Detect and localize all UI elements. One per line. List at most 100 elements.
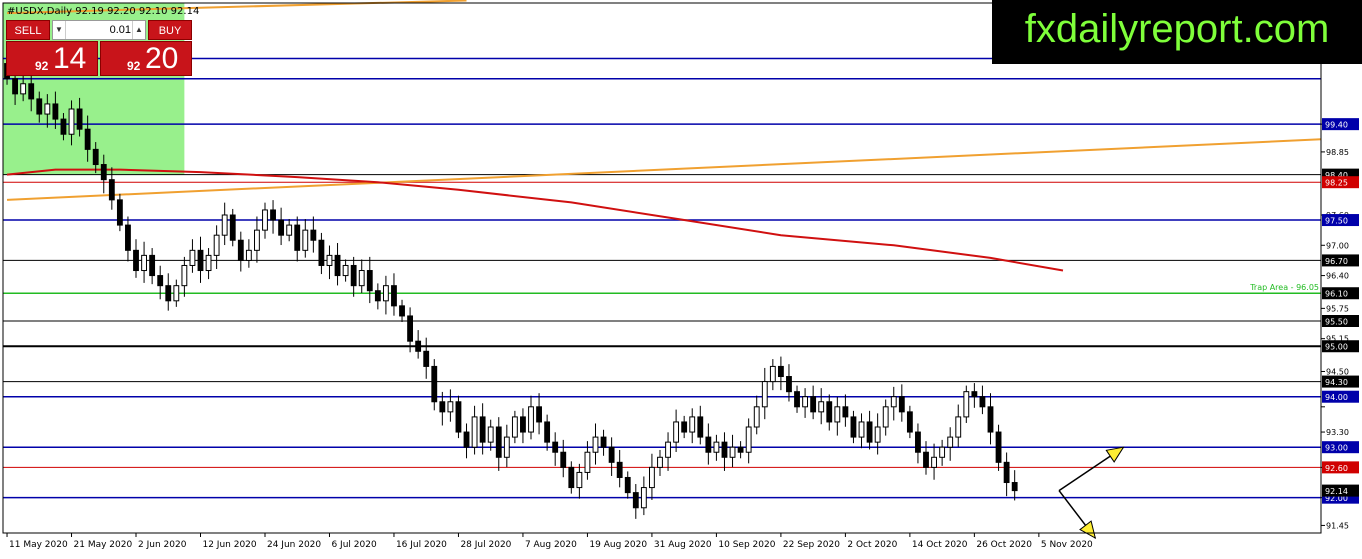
candle-body: [189, 249, 196, 266]
candle-body: [745, 426, 752, 453]
chart-area[interactable]: Trap Area - 96.05 91.45 93.30 94.50 95.15 95…: [0, 0, 1362, 554]
candle-body: [955, 416, 962, 438]
candle-body: [374, 290, 381, 302]
x-tick-label: 16 Jul 2020: [396, 540, 447, 550]
candle-body: [173, 285, 180, 302]
candle-body: [713, 441, 720, 453]
candle-body: [890, 396, 897, 408]
candle-body: [116, 199, 123, 226]
candle-body: [36, 98, 43, 115]
buy-price-box[interactable]: 92 20: [100, 41, 192, 76]
candle-body: [592, 436, 599, 453]
y-tick-label: 94.50: [1326, 367, 1349, 376]
x-tick-label: 26 Oct 2020: [976, 540, 1032, 550]
candle-body: [681, 421, 688, 433]
candle-body: [987, 406, 994, 433]
candle-body: [68, 108, 75, 135]
candle-body: [560, 451, 567, 468]
candle-body: [213, 234, 220, 256]
candle-body: [157, 275, 164, 287]
x-tick-label: 7 Aug 2020: [525, 540, 577, 550]
candle-body: [834, 406, 841, 423]
candle-body: [528, 406, 534, 433]
candle-body: [254, 229, 260, 251]
candle-body: [149, 254, 156, 277]
candle-body: [245, 249, 252, 261]
candle-body: [963, 391, 970, 418]
price-tag-label: 94.30: [1325, 378, 1348, 387]
trap-area-label: Trap Area - 96.05: [1249, 283, 1319, 292]
candle-body: [334, 254, 341, 277]
candle-body: [310, 229, 317, 241]
candle-body: [689, 416, 696, 433]
candle-body: [818, 401, 825, 413]
buy-button[interactable]: BUY: [148, 20, 192, 40]
x-tick-label: 10 Sep 2020: [718, 540, 775, 550]
candle-14: [116, 193, 123, 232]
candle-body: [407, 315, 414, 342]
lot-size-input[interactable]: [65, 22, 131, 38]
candle-body: [552, 441, 559, 453]
candle-body: [326, 254, 333, 266]
candle-119: [963, 385, 970, 423]
candle-body: [697, 416, 704, 438]
candle-body: [761, 381, 768, 408]
candle-body: [439, 401, 446, 413]
sell-button[interactable]: SELL: [6, 20, 50, 40]
candle-body: [753, 406, 760, 428]
candle-body: [278, 219, 285, 236]
lot-size-stepper[interactable]: ▼ ▲: [52, 20, 146, 40]
candle-body: [229, 214, 236, 241]
candle-28: [229, 208, 236, 247]
candle-body: [286, 224, 293, 236]
candle-body: [471, 416, 478, 448]
candle-body: [624, 476, 631, 494]
candle-body: [342, 264, 349, 277]
candle-body: [12, 78, 19, 95]
candle-body: [649, 466, 655, 489]
candle-body: [705, 436, 712, 453]
price-tag-label: 97.50: [1325, 217, 1348, 226]
candle-body: [544, 421, 551, 443]
x-tick-label: 2 Oct 2020: [847, 540, 897, 550]
lot-increase-icon[interactable]: ▲: [132, 21, 145, 39]
price-tag-label: 95.50: [1325, 318, 1348, 327]
candle-body: [923, 451, 929, 468]
candle-body: [632, 492, 639, 509]
candle-body: [141, 254, 147, 272]
candle-body: [76, 108, 83, 130]
candle-body: [270, 209, 276, 221]
x-tick-label: 21 May 2020: [74, 540, 133, 550]
candle-body: [640, 487, 647, 509]
candle-body: [84, 128, 91, 150]
candle-56: [455, 395, 462, 439]
candle-body: [318, 239, 325, 266]
candle-body: [810, 396, 817, 413]
x-tick-label: 11 May 2020: [9, 540, 68, 550]
candle-body: [92, 148, 99, 166]
x-tick-label: 19 Aug 2020: [589, 540, 647, 550]
candle-body: [786, 376, 792, 393]
candlestick-chart[interactable]: Trap Area - 96.05 91.4593.3094.5095.1595…: [0, 0, 1362, 554]
current-price-label: 92.14: [1325, 487, 1348, 496]
x-tick-label: 5 Nov 2020: [1041, 540, 1093, 550]
candle-body: [358, 270, 365, 287]
candle-body: [479, 416, 486, 443]
sell-price-box[interactable]: 92 14: [6, 41, 98, 76]
candle-body: [262, 209, 268, 231]
sell-price-prefix: 92: [35, 59, 49, 73]
brand-banner: fxdailyreport.com: [992, 0, 1362, 64]
candle-body: [794, 391, 800, 408]
candle-body: [391, 285, 397, 307]
symbol-header: #USDX,Daily 92.19 92.20 92.10 92.14: [7, 6, 199, 17]
candle-body: [52, 103, 59, 120]
candle-body: [511, 416, 518, 438]
candle-body: [673, 421, 680, 443]
x-tick-label: 24 Jun 2020: [267, 540, 321, 550]
price-tag-label: 98.25: [1325, 179, 1348, 188]
candle-body: [181, 264, 188, 287]
y-tick-label: 95.75: [1326, 304, 1349, 313]
candle-body: [423, 350, 430, 367]
candle-body: [826, 401, 833, 423]
candle-body: [842, 406, 849, 418]
